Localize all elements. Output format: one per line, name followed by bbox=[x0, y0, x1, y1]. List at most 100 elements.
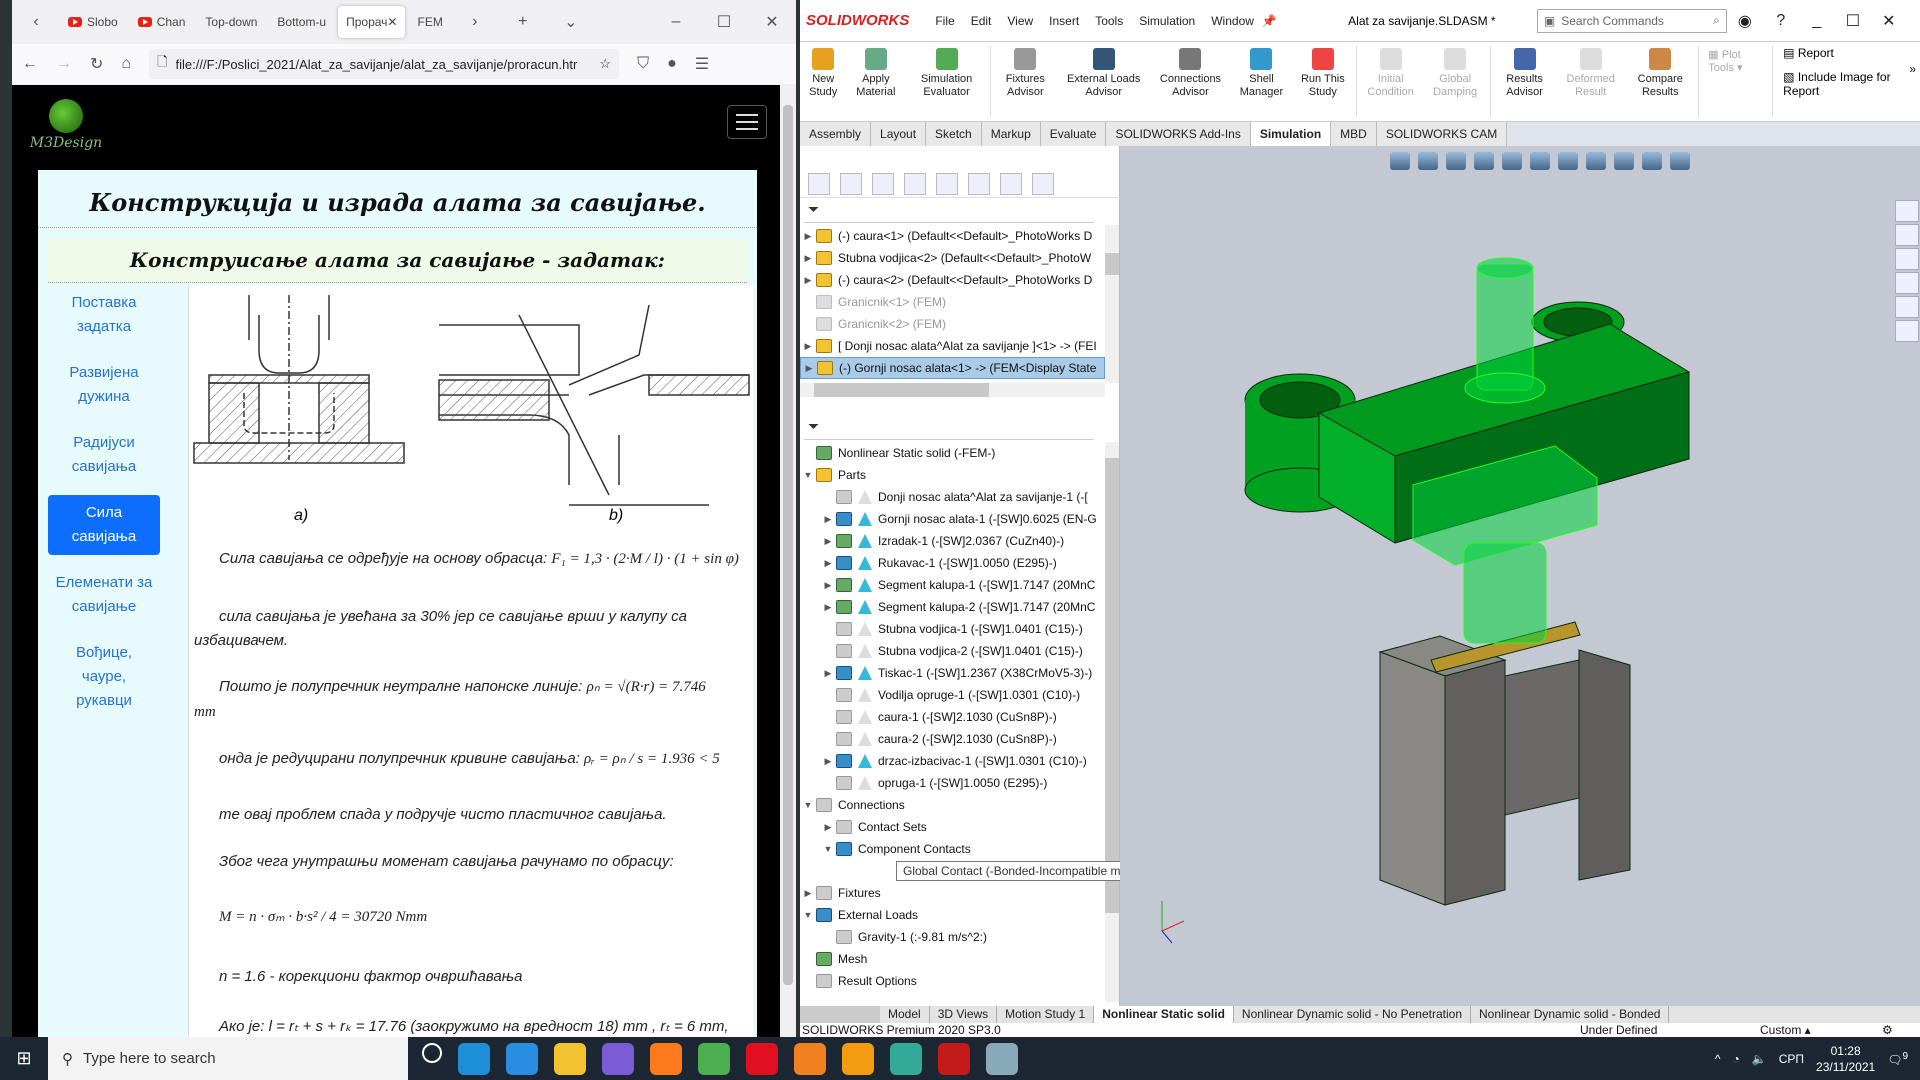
mesh-item[interactable]: Mesh bbox=[800, 948, 1105, 970]
tree-item[interactable]: ▶ Stubna vodjica<2> (Default<<Default>_Ph… bbox=[800, 247, 1105, 269]
minimize-button[interactable]: _ bbox=[1799, 12, 1835, 30]
bottom-tab[interactable]: Nonlinear Dynamic solid - Bonded bbox=[1471, 1006, 1670, 1023]
tree-item[interactable]: ▶ (-) Gornji nosac alata<1> -> (FEM<Displ… bbox=[800, 357, 1105, 379]
bookmark-star-icon[interactable]: ☆ bbox=[599, 56, 611, 72]
tab-evaluate[interactable]: Evaluate bbox=[1040, 122, 1107, 146]
parts-folder[interactable]: ▼ Parts bbox=[800, 464, 1105, 486]
language-indicator[interactable]: СРП bbox=[1779, 1052, 1804, 1066]
solidworks-logo[interactable]: SOLIDWORKS bbox=[800, 12, 927, 29]
tab-layout[interactable]: Layout bbox=[871, 122, 927, 146]
bottom-tab[interactable]: Nonlinear Dynamic solid - No Penetration bbox=[1234, 1006, 1472, 1023]
search-icon[interactable]: ⌕ bbox=[1713, 13, 1720, 28]
show-hidden-icons[interactable]: ^ bbox=[1715, 1052, 1721, 1066]
browser-tab[interactable]: Прорач ✕ bbox=[338, 6, 406, 38]
ribbon-button-initial-condition[interactable]: Initial Condition bbox=[1359, 42, 1422, 121]
expand-arrow-icon[interactable]: ▶ bbox=[800, 888, 816, 899]
paint-icon[interactable] bbox=[986, 1042, 1018, 1075]
file-explorer-icon[interactable] bbox=[554, 1042, 586, 1075]
tree-vscroll[interactable] bbox=[1105, 225, 1119, 383]
plot-tools-button[interactable]: ▦ Plot Tools ▾ bbox=[1708, 48, 1762, 74]
ribbon-button-compare-results[interactable]: Compare Results bbox=[1625, 42, 1696, 121]
tree-item[interactable]: Granicnik<1> (FEM) bbox=[800, 291, 1105, 313]
volume-icon[interactable]: 🔈 bbox=[1752, 1052, 1767, 1066]
bottom-tab[interactable]: Motion Study 1 bbox=[997, 1006, 1095, 1023]
search-commands-input[interactable]: ▣ Search Commands ⌕ bbox=[1536, 8, 1727, 33]
close-button[interactable]: ✕ bbox=[1871, 11, 1907, 31]
url-text[interactable]: file:///F:/Poslici_2021/Alat_za_savijanj… bbox=[176, 57, 592, 72]
ribbon-button-apply-material[interactable]: Apply Material bbox=[846, 42, 905, 121]
3d-model-view[interactable] bbox=[1120, 146, 1920, 1006]
browser-tab[interactable]: FEM bbox=[409, 6, 450, 38]
hamburger-menu-button[interactable] bbox=[727, 105, 767, 139]
ribbon-button-external-loads-advisor[interactable]: External Loads Advisor bbox=[1058, 42, 1149, 121]
tab-close-icon[interactable]: ✕ bbox=[387, 15, 397, 29]
close-button[interactable]: ✕ bbox=[748, 12, 796, 32]
tab-scroll-right-icon[interactable]: › bbox=[451, 13, 499, 31]
graphics-viewport[interactable] bbox=[1120, 146, 1920, 1006]
unit-system[interactable]: Custom ▴ bbox=[1760, 1023, 1811, 1037]
notifications-icon[interactable]: 🗨9 bbox=[1887, 1051, 1908, 1067]
part-item[interactable]: ▶ Tiskac-1 (-[SW]1.2367 (X38CrMoV5-3)-) bbox=[800, 662, 1105, 684]
nav-link[interactable]: Поставка задатка bbox=[48, 285, 160, 345]
ribbon-overflow-icon[interactable]: » bbox=[1905, 42, 1920, 121]
cam-tree-tab-icon[interactable] bbox=[1000, 172, 1022, 195]
part-item[interactable]: ▶ Segment kalupa-1 (-[SW]1.7147 (20MnC bbox=[800, 574, 1105, 596]
browser-tab[interactable]: Slobo bbox=[60, 6, 126, 38]
mail-icon[interactable] bbox=[506, 1042, 538, 1075]
tab-scroll-left-icon[interactable]: ‹ bbox=[12, 13, 60, 31]
tab-simulation[interactable]: Simulation bbox=[1250, 122, 1332, 146]
page-scrollbar[interactable] bbox=[780, 85, 796, 1037]
tab-solidworks-cam[interactable]: SOLIDWORKS CAM bbox=[1376, 122, 1508, 146]
maximize-button[interactable]: ☐ bbox=[1835, 11, 1871, 31]
help-icon[interactable]: ? bbox=[1763, 12, 1799, 30]
minimize-button[interactable]: – bbox=[652, 13, 700, 31]
part-item[interactable]: Stubna vodjica-1 (-[SW]1.0401 (C15)-) bbox=[800, 618, 1105, 640]
part-item[interactable]: Donji nosac alata^Alat za savijanje-1 (-… bbox=[800, 486, 1105, 508]
expand-arrow-icon[interactable]: ▶ bbox=[800, 341, 816, 352]
pin-icon[interactable]: 📌 bbox=[1262, 14, 1277, 28]
user-icon[interactable]: ◉ bbox=[1727, 11, 1763, 31]
nav-link[interactable]: Радијуси савијања bbox=[48, 425, 160, 485]
ribbon-button-deformed-result[interactable]: Deformed Result bbox=[1556, 42, 1625, 121]
reload-icon[interactable]: ↻ bbox=[90, 54, 103, 74]
tree-item[interactable]: ▶ (-) caura<2> (Default<<Default>_PhotoWo… bbox=[800, 269, 1105, 291]
expand-arrow-icon[interactable]: ▼ bbox=[800, 800, 816, 810]
url-bar[interactable]: 🗋 file:///F:/Poslici_2021/Alat_za_savija… bbox=[149, 49, 620, 79]
home-icon[interactable]: ⌂ bbox=[121, 55, 131, 73]
cam-tab-icon[interactable] bbox=[968, 172, 990, 195]
external-loads-folder[interactable]: ▼ External Loads bbox=[800, 904, 1105, 926]
simulation-tab-icon[interactable] bbox=[1032, 172, 1054, 195]
menu-window[interactable]: Window bbox=[1203, 14, 1262, 28]
viber-icon[interactable] bbox=[602, 1042, 634, 1075]
expand-arrow-icon[interactable]: ▶ bbox=[820, 602, 836, 613]
contact-sets[interactable]: ▶ Contact Sets bbox=[800, 816, 1105, 838]
part-item[interactable]: ▶ Izradak-1 (-[SW]2.0367 (CuZn40)-) bbox=[800, 530, 1105, 552]
expand-arrow-icon[interactable]: ▶ bbox=[800, 275, 816, 286]
expand-arrow-icon[interactable]: ▶ bbox=[801, 363, 817, 374]
menu-view[interactable]: View bbox=[999, 14, 1041, 28]
expand-arrow-icon[interactable]: ▶ bbox=[820, 558, 836, 569]
pocket-icon[interactable]: ⛉ bbox=[637, 55, 649, 73]
part-item[interactable]: ▶ Rukavac-1 (-[SW]1.0050 (E295)-) bbox=[800, 552, 1105, 574]
display-manager-tab-icon[interactable] bbox=[936, 172, 958, 195]
ribbon-button-connections-advisor[interactable]: Connections Advisor bbox=[1149, 42, 1231, 121]
propertymanager-tab-icon[interactable] bbox=[840, 172, 862, 195]
connections-folder[interactable]: ▼ Connections bbox=[800, 794, 1105, 816]
bottom-tab[interactable]: Model bbox=[880, 1006, 930, 1023]
new-tab-button[interactable]: + bbox=[499, 13, 547, 31]
part-item[interactable]: opruga-1 (-[SW]1.0050 (E295)-) bbox=[800, 772, 1105, 794]
study-root[interactable]: Nonlinear Static solid (-FEM-) bbox=[800, 442, 1105, 464]
ribbon-button-simulation-evaluator[interactable]: Simulation Evaluator bbox=[905, 42, 988, 121]
tab-assembly[interactable]: Assembly bbox=[800, 122, 872, 146]
part-item[interactable]: ▶ Segment kalupa-2 (-[SW]1.7147 (20MnC bbox=[800, 596, 1105, 618]
configurationmanager-tab-icon[interactable] bbox=[872, 172, 894, 195]
media-player-icon[interactable] bbox=[794, 1042, 826, 1075]
nav-link[interactable]: Сила савијања bbox=[48, 495, 160, 555]
browser-tab[interactable]: Bottom-u bbox=[269, 6, 334, 38]
part-item[interactable]: ▶ drzac-izbacivac-1 (-[SW]1.0301 (C10)-) bbox=[800, 750, 1105, 772]
nav-link[interactable]: Развијена дужина bbox=[48, 355, 160, 415]
filter-icon[interactable]: ⏷ bbox=[804, 201, 1094, 223]
expand-arrow-icon[interactable]: ▶ bbox=[820, 514, 836, 525]
menu-insert[interactable]: Insert bbox=[1041, 14, 1087, 28]
tree-item[interactable]: ▶ [ Donji nosac alata^Alat za savijanje ]… bbox=[800, 335, 1105, 357]
